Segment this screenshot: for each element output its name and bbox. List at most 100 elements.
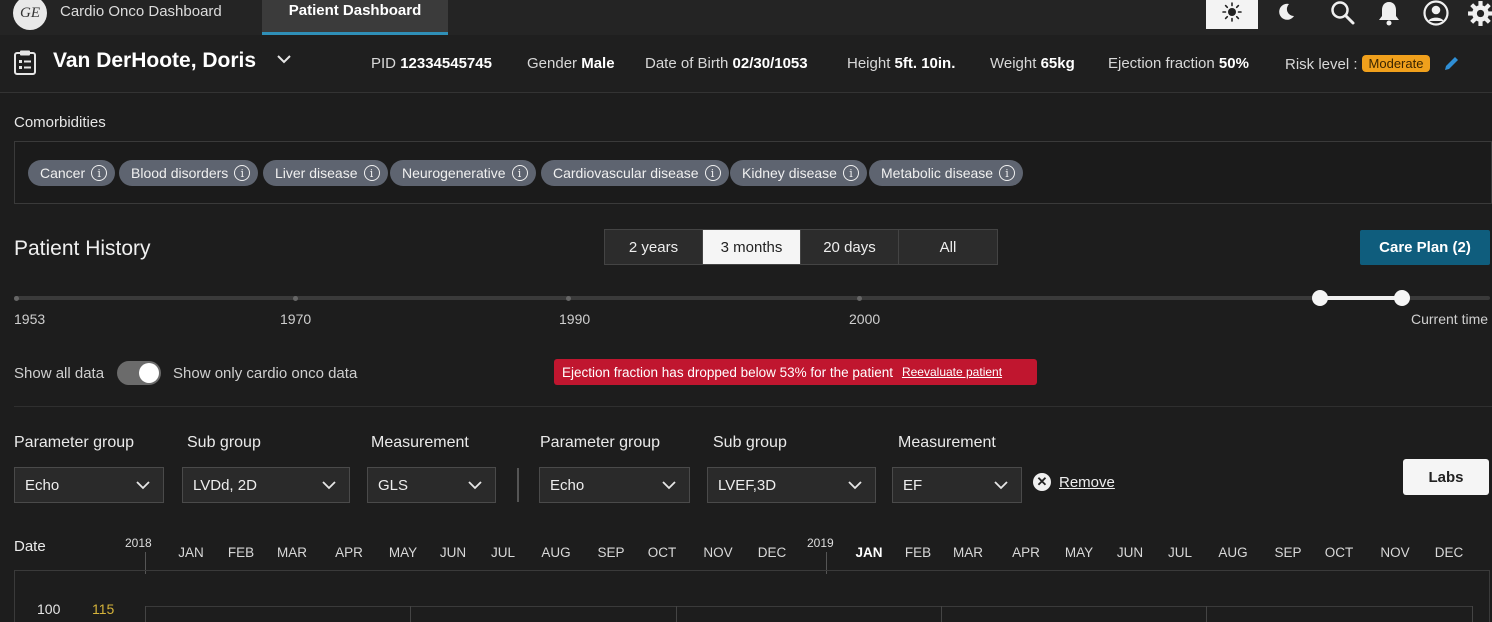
info-icon[interactable]: i: [91, 165, 108, 181]
time-range-selector: 2 years 3 months 20 days All: [604, 229, 998, 265]
month-label: OCT: [1324, 545, 1354, 560]
chart-area: [14, 570, 1490, 622]
patient-pid: PID 12334545745: [371, 55, 492, 72]
month-label: SEP: [597, 545, 625, 560]
month-label: OCT: [647, 545, 677, 560]
moon-icon: [1279, 3, 1294, 20]
month-label: FEB: [227, 545, 255, 560]
month-label: JAN: [855, 545, 883, 560]
month-label: JAN: [178, 545, 204, 560]
range-20-days[interactable]: 20 days: [801, 230, 899, 264]
month-label: JUL: [490, 545, 516, 560]
show-all-data-label: Show all data: [14, 365, 105, 382]
date-axis-label: Date: [14, 538, 46, 555]
sub-group-select[interactable]: LVDd, 2D: [182, 467, 350, 503]
data-filter-toggle[interactable]: [117, 361, 161, 385]
dark-theme-button[interactable]: [1262, 0, 1310, 29]
sub-group-select[interactable]: LVEF,3D: [707, 467, 876, 503]
timeline-label: 1953: [14, 311, 46, 327]
reevaluate-patient-link[interactable]: Reevaluate patient: [902, 365, 1002, 379]
chip-cancer[interactable]: Cancer i: [28, 160, 116, 186]
info-icon[interactable]: i: [234, 165, 251, 181]
chip-metabolic-disease[interactable]: Metabolic disease i: [869, 160, 1024, 186]
comorbidities-label: Comorbidities: [14, 114, 106, 131]
month-label: AUG: [1218, 545, 1248, 560]
section-divider: [14, 406, 1492, 407]
remove-button[interactable]: ✕ Remove: [1033, 473, 1115, 491]
month-label: FEB: [904, 545, 932, 560]
month-label: DEC: [757, 545, 787, 560]
measurement-select[interactable]: GLS: [367, 467, 496, 503]
timeline-marker: [14, 296, 19, 301]
chip-liver-disease[interactable]: Liver disease i: [263, 160, 388, 186]
timeline-marker: [293, 296, 298, 301]
chart-gridline: [145, 606, 1473, 607]
info-icon[interactable]: i: [999, 165, 1016, 181]
timeline-end-handle[interactable]: [1394, 290, 1410, 306]
month-label: JUL: [1167, 545, 1193, 560]
month-label: DEC: [1434, 545, 1464, 560]
timeline-label: 1990: [559, 311, 591, 327]
measurement-select[interactable]: EF: [892, 467, 1022, 503]
bell-icon: [1379, 2, 1399, 26]
y-axis-value-left: 100: [37, 601, 61, 617]
timeline-track[interactable]: [14, 296, 1490, 300]
year-label: 2018: [125, 536, 152, 550]
chevron-down-icon: [848, 481, 862, 490]
chip-neurogenerative[interactable]: Neurogenerative i: [390, 160, 536, 186]
top-nav: GE Cardio Onco Dashboard Patient Dashboa…: [0, 0, 1492, 35]
chip-kidney-disease[interactable]: Kidney disease i: [730, 160, 867, 186]
chart-gridline: [410, 606, 411, 622]
patient-header: Van DerHoote, Doris PID 12334545745 Gend…: [0, 35, 1492, 93]
patient-ejection-fraction: Ejection fraction 50%: [1108, 55, 1249, 72]
tab-patient-dashboard[interactable]: Patient Dashboard: [262, 0, 448, 35]
range-3-months[interactable]: 3 months: [703, 230, 801, 264]
light-theme-button[interactable]: [1206, 0, 1258, 29]
patient-height: Height 5ft. 10in.: [847, 55, 956, 72]
parameter-group-label: Parameter group: [14, 434, 135, 451]
parameter-group-select[interactable]: Echo: [14, 467, 164, 503]
search-button[interactable]: [1328, 0, 1358, 28]
chip-blood-disorders[interactable]: Blood disorders i: [119, 160, 259, 186]
settings-button[interactable]: [1465, 0, 1492, 28]
parameter-group-select[interactable]: Echo: [539, 467, 690, 503]
sub-group-label: Sub group: [187, 434, 261, 451]
month-label: MAY: [388, 545, 418, 560]
close-icon: ✕: [1033, 473, 1051, 491]
timeline-label: Current time: [1411, 311, 1489, 327]
month-label: JUN: [439, 545, 467, 560]
chart-gridline: [1206, 606, 1207, 622]
chart-gridline: [676, 606, 677, 622]
sun-icon: [1222, 1, 1242, 22]
chevron-down-icon: [322, 481, 336, 490]
range-2-years[interactable]: 2 years: [605, 230, 703, 264]
chart-gridline: [145, 606, 146, 622]
month-label: NOV: [703, 545, 733, 560]
patient-weight: Weight 65kg: [990, 55, 1075, 72]
month-label: JUN: [1116, 545, 1144, 560]
notifications-button[interactable]: [1374, 0, 1404, 28]
timeline-marker: [566, 296, 571, 301]
comorbidities-panel: Cancer i Blood disorders i Liver disease i …: [14, 141, 1492, 204]
chart-gridline: [1472, 606, 1473, 622]
chevron-down-icon[interactable]: [276, 53, 292, 65]
care-plan-button[interactable]: Care Plan (2): [1360, 230, 1490, 265]
cardio-onco-only-label: Show only cardio onco data: [173, 365, 358, 382]
profile-button[interactable]: [1421, 0, 1451, 28]
month-label: AUG: [541, 545, 571, 560]
info-icon[interactable]: i: [842, 165, 859, 181]
parameter-group-label: Parameter group: [540, 434, 661, 451]
info-icon[interactable]: i: [704, 165, 721, 181]
info-icon[interactable]: i: [363, 165, 380, 181]
patient-gender: Gender Male: [527, 55, 615, 72]
app-title[interactable]: Cardio Onco Dashboard: [60, 3, 222, 20]
y-axis-value-right: 115: [92, 601, 115, 617]
measurement-label: Measurement: [898, 434, 996, 451]
range-all[interactable]: All: [899, 230, 997, 264]
chip-cardiovascular-disease[interactable]: Cardiovascular disease i: [541, 160, 729, 186]
pencil-icon[interactable]: [1442, 55, 1460, 73]
labs-button[interactable]: Labs: [1403, 459, 1489, 495]
info-icon[interactable]: i: [511, 165, 528, 181]
timeline-start-handle[interactable]: [1312, 290, 1328, 306]
patient-name[interactable]: Van DerHoote, Doris: [53, 49, 256, 73]
